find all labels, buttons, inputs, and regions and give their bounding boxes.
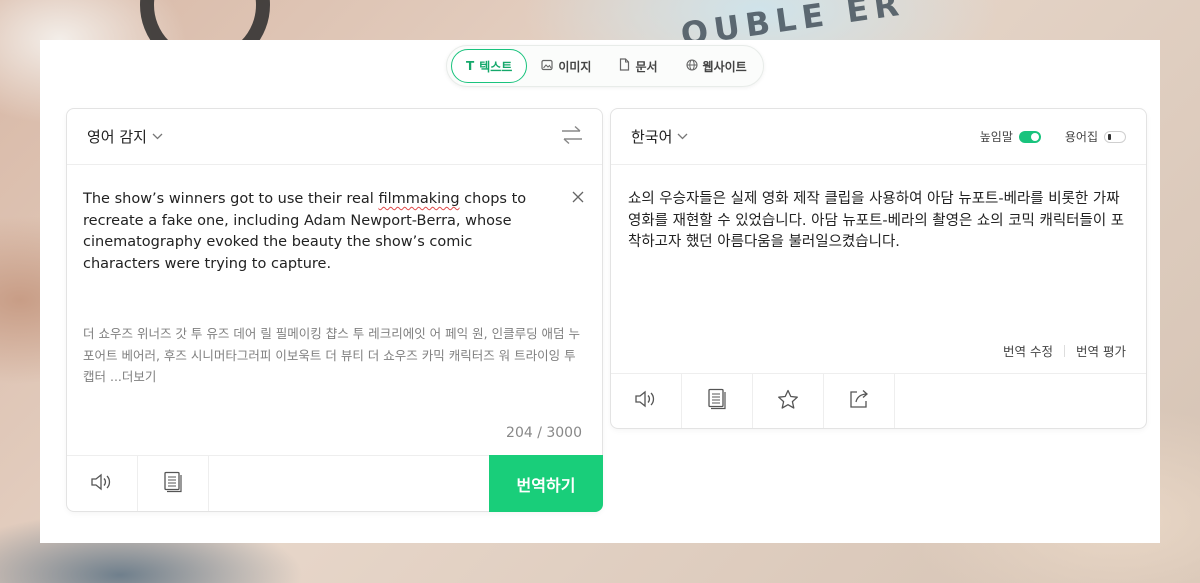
tab-text-label: 텍스트 (479, 59, 513, 74)
document-copy-icon (707, 388, 727, 414)
share-button[interactable] (824, 374, 895, 428)
document-icon (619, 58, 630, 74)
tab-image[interactable]: 이미지 (527, 49, 605, 83)
chevron-down-icon (677, 130, 688, 143)
share-icon (848, 389, 870, 413)
misspelled-word: filmmaking (378, 191, 460, 207)
pronunciation-body: 더 쇼우즈 위너즈 갓 투 유즈 데어 릴 필메이킹 챱스 투 레크리에잇 어 … (83, 326, 581, 384)
tab-image-label: 이미지 (558, 59, 592, 74)
tab-document[interactable]: 문서 (605, 49, 671, 83)
copy-button[interactable] (682, 374, 753, 428)
target-language-select[interactable]: 한국어 (631, 126, 688, 147)
tab-website[interactable]: 웹사이트 (672, 49, 761, 83)
source-text-part: The show’s winners got to use their real (83, 191, 379, 207)
tab-document-label: 문서 (635, 59, 658, 74)
document-copy-icon (163, 471, 183, 497)
pronunciation-text: 더 쇼우즈 위너즈 갓 투 유즈 데어 릴 필메이킹 챱스 투 레크리에잇 어 … (83, 323, 588, 388)
honorific-label: 높임말 (979, 130, 1013, 144)
tab-website-label: 웹사이트 (702, 59, 747, 74)
target-panel-header: 한국어 높임말 용어집 (611, 109, 1146, 165)
tab-text[interactable]: T 텍스트 (451, 49, 528, 83)
divider (1064, 344, 1066, 357)
source-panel: 영어 감지 The show’s winners got to use thei… (66, 108, 603, 512)
target-panel: 한국어 높임말 용어집 쇼의 우승자들은 실제 영화 제작 클립을 사용하여 아… (610, 108, 1147, 429)
translated-text: 쇼의 우승자들은 실제 영화 제작 클립을 사용하여 아담 뉴포트-베라를 비롯… (628, 191, 1125, 250)
target-toolbar (611, 373, 1146, 428)
source-language-select[interactable]: 영어 감지 (87, 126, 163, 147)
glossary-toggle[interactable] (1104, 130, 1126, 143)
target-language-label: 한국어 (631, 128, 673, 146)
chevron-down-icon (152, 130, 163, 143)
glossary-label: 용어집 (1064, 130, 1098, 144)
source-toolbar: 번역하기 (67, 455, 603, 512)
toggle-knob (1030, 132, 1039, 141)
speaker-icon (90, 472, 114, 496)
close-icon[interactable] (572, 187, 584, 208)
copy-button[interactable] (138, 456, 209, 511)
listen-button[interactable] (67, 456, 138, 511)
swap-languages-icon[interactable] (560, 125, 584, 149)
rate-translation-link[interactable]: 번역 평가 (1076, 341, 1126, 360)
listen-button[interactable] (611, 374, 682, 428)
more-link[interactable]: 더보기 (122, 369, 157, 384)
translation-feedback: 번역 수정 번역 평가 (1003, 341, 1126, 360)
source-text-input[interactable]: The show’s winners got to use their real… (83, 189, 553, 275)
image-icon (541, 59, 553, 74)
source-language-label: 영어 감지 (87, 128, 147, 146)
translate-button[interactable]: 번역하기 (489, 455, 603, 512)
text-icon: T (466, 59, 475, 73)
mode-tabs: T 텍스트 이미지 문서 웹사이트 (446, 45, 764, 87)
honorific-toggle[interactable] (1018, 130, 1041, 143)
target-options: 높임말 용어집 (980, 128, 1126, 145)
favorite-button[interactable] (753, 374, 824, 428)
char-count: 204 / 3000 (506, 425, 582, 441)
source-panel-header: 영어 감지 (67, 109, 602, 165)
edit-translation-link[interactable]: 번역 수정 (1003, 341, 1053, 360)
globe-icon (685, 58, 698, 74)
star-icon (777, 389, 799, 414)
toggle-knob (1108, 133, 1111, 140)
speaker-icon (634, 389, 658, 413)
